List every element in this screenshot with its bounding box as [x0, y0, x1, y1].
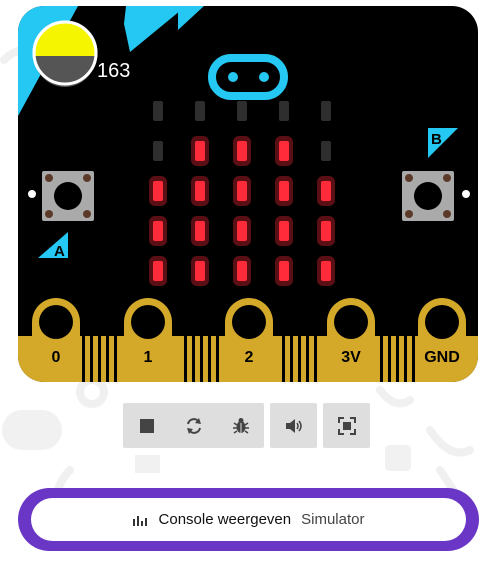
debug-button[interactable] [217, 403, 264, 448]
toolbar-main-group [123, 403, 264, 448]
button-b-label: B [431, 131, 442, 148]
button-a-label: A [54, 243, 65, 260]
simulator-toolbar [123, 403, 370, 448]
led-r4-c0 [153, 261, 163, 281]
pin-label-gnd: GND [424, 349, 460, 366]
led-r1-c2 [237, 141, 247, 161]
led-r0-c0 [153, 101, 163, 121]
pin-label-0: 0 [52, 349, 61, 366]
console-sublabel: Simulator [301, 511, 365, 528]
pin-2[interactable] [225, 298, 273, 382]
led-r2-c3 [279, 181, 289, 201]
led-r4-c4 [321, 261, 331, 281]
microbit-board: A B 0 1 2 3V GND [18, 6, 478, 382]
led-r3-c3 [279, 221, 289, 241]
corner-accent [124, 6, 186, 52]
sound-button[interactable] [270, 403, 317, 448]
light-sensor[interactable] [32, 20, 98, 87]
restart-button[interactable] [170, 403, 217, 448]
led-r0-c4 [321, 101, 331, 121]
sound-icon [285, 418, 302, 433]
pin-3v[interactable] [327, 298, 375, 382]
stop-button[interactable] [123, 403, 170, 448]
toolbar-fullscreen-group [323, 403, 370, 448]
light-level-value: 163 [97, 60, 131, 82]
restart-icon [186, 417, 201, 434]
led-r0-c3 [279, 101, 289, 121]
pin-label-2: 2 [245, 349, 254, 366]
led-r4-c1 [195, 261, 205, 281]
touch-logo-icon[interactable] [208, 54, 288, 100]
led-r2-c1 [195, 181, 205, 201]
pin-label-3v: 3V [341, 349, 361, 366]
led-r0-c2 [237, 101, 247, 121]
led-r3-c0 [153, 221, 163, 241]
fullscreen-icon [337, 416, 356, 435]
fullscreen-button[interactable] [323, 403, 370, 448]
led-r0-c1 [195, 101, 205, 121]
led-r2-c2 [237, 181, 247, 201]
led-r2-c4 [321, 181, 331, 201]
console-button-frame: Console weergeven Simulator [18, 488, 479, 551]
pin-gnd[interactable] [418, 298, 466, 382]
led-r1-c1 [195, 141, 205, 161]
pin-1[interactable] [124, 298, 172, 382]
led-r4-c3 [279, 261, 289, 281]
debug-icon [232, 417, 249, 434]
led-r3-c2 [237, 221, 247, 241]
microbit-graphic: A B 0 1 2 3V GND [18, 6, 478, 382]
corner-accent [178, 6, 204, 30]
button-b[interactable] [402, 171, 470, 221]
led-matrix [149, 101, 335, 286]
led-r1-c4 [321, 141, 331, 161]
stop-icon [139, 418, 154, 433]
pin-label-1: 1 [144, 349, 153, 366]
toolbar-sound-group [270, 403, 317, 448]
led-r1-c3 [279, 141, 289, 161]
button-a[interactable] [28, 171, 94, 221]
console-label: Console weergeven [158, 511, 292, 528]
led-r1-c0 [153, 141, 163, 161]
led-r4-c2 [237, 261, 247, 281]
show-console-button[interactable]: Console weergeven Simulator [31, 498, 466, 541]
led-r3-c1 [195, 221, 205, 241]
led-r2-c0 [153, 181, 163, 201]
bar-chart-icon [132, 515, 147, 526]
led-r3-c4 [321, 221, 331, 241]
pin-0[interactable] [32, 298, 80, 382]
